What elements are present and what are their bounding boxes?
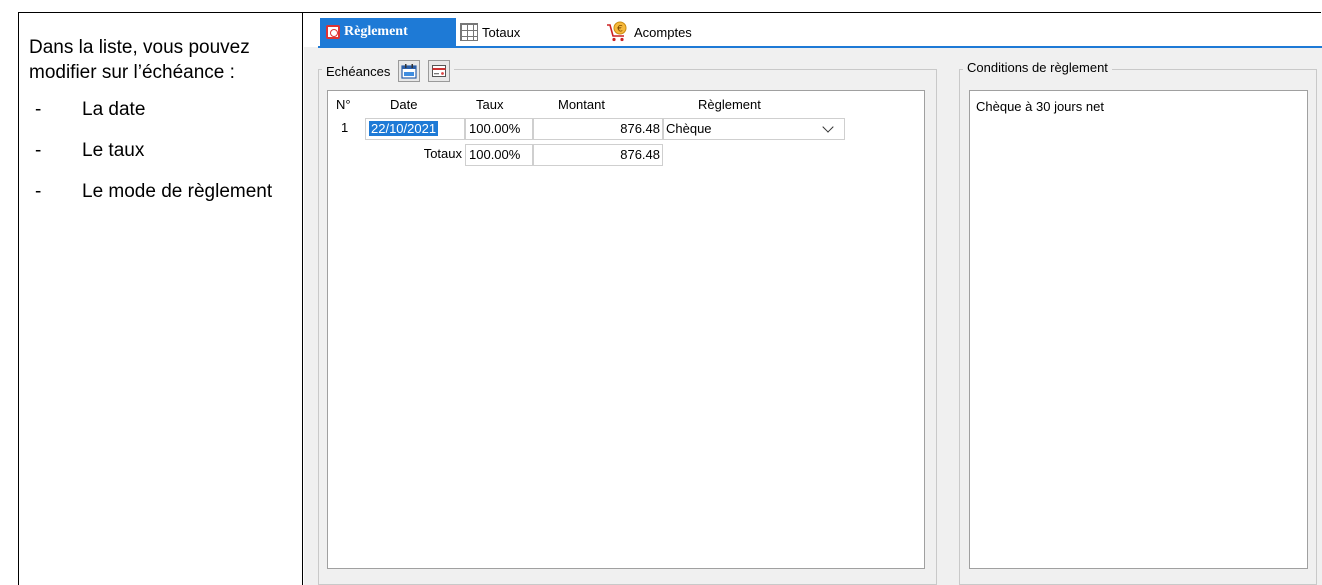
- col-header-date: Date: [390, 97, 418, 112]
- cart-coin-icon: €: [606, 21, 630, 43]
- tab-reglement-label: Règlement: [344, 24, 408, 39]
- echeances-grid: N° Date Taux Montant Règlement 1 22/10/2…: [327, 90, 925, 569]
- bullet-item: - La date: [29, 97, 302, 122]
- column-divider: [302, 13, 303, 585]
- tab-acomptes[interactable]: € Acomptes: [606, 18, 692, 46]
- echeances-title: Echéances: [326, 63, 391, 79]
- tab-underline: [318, 46, 1322, 48]
- col-header-montant: Montant: [558, 97, 605, 112]
- bullet-item: - Le taux: [29, 138, 302, 163]
- tab-totaux[interactable]: Totaux: [460, 18, 520, 46]
- reglement-value: Chèque: [666, 121, 712, 136]
- totaux-montant: 876.48: [533, 144, 663, 166]
- tab-bar: Règlement Totaux € Acomptes: [304, 13, 1322, 48]
- bullet-text: Le taux: [82, 140, 145, 161]
- payment-card-icon: [432, 65, 447, 77]
- app-screenshot-panel: Règlement Totaux € Acomptes Echéances N°…: [304, 13, 1322, 585]
- bullet-item: - Le mode de règlement: [29, 179, 302, 204]
- payment-card-button[interactable]: [428, 60, 451, 82]
- totaux-taux: 100.00%: [465, 144, 533, 166]
- row-num: 1: [341, 120, 349, 135]
- calendar-icon: [401, 64, 417, 79]
- svg-text:€: €: [617, 25, 623, 35]
- instructions-intro: Dans la liste, vous pouvez modifier sur …: [29, 37, 250, 83]
- instructions-cell: Dans la liste, vous pouvez modifier sur …: [19, 13, 302, 585]
- taux-field[interactable]: 100.00%: [465, 118, 533, 140]
- instructions-list: - La date - Le taux - Le mode de règlement: [29, 97, 302, 204]
- montant-field[interactable]: 876.48: [533, 118, 663, 140]
- bullet-dash: -: [35, 99, 42, 120]
- reglement-icon: [326, 25, 340, 39]
- conditions-text: Chèque à 30 jours net: [976, 99, 1104, 114]
- echeances-legend: Echéances: [322, 60, 455, 82]
- totaux-label: Totaux: [423, 146, 462, 161]
- col-header-num: N°: [336, 97, 351, 112]
- col-header-taux: Taux: [476, 97, 504, 112]
- calendar-button[interactable]: [398, 60, 421, 82]
- conditions-legend: Conditions de règlement: [963, 60, 1112, 75]
- date-field[interactable]: 22/10/2021: [365, 118, 465, 140]
- col-header-reglement: Règlement: [698, 97, 761, 112]
- reglement-select[interactable]: Chèque: [663, 118, 845, 140]
- tab-reglement[interactable]: Règlement: [320, 18, 456, 46]
- tab-acomptes-label: Acomptes: [634, 24, 692, 40]
- bullet-dash: -: [35, 140, 42, 161]
- bullet-text: La date: [82, 99, 146, 120]
- bullet-text: Le mode de règlement: [82, 181, 273, 202]
- calculator-grid-icon: [460, 23, 478, 41]
- chevron-down-icon: [822, 121, 834, 133]
- conditions-textbox[interactable]: Chèque à 30 jours net: [969, 90, 1308, 569]
- tab-totaux-label: Totaux: [482, 24, 521, 40]
- bullet-dash: -: [35, 181, 42, 202]
- date-value: 22/10/2021: [369, 121, 439, 136]
